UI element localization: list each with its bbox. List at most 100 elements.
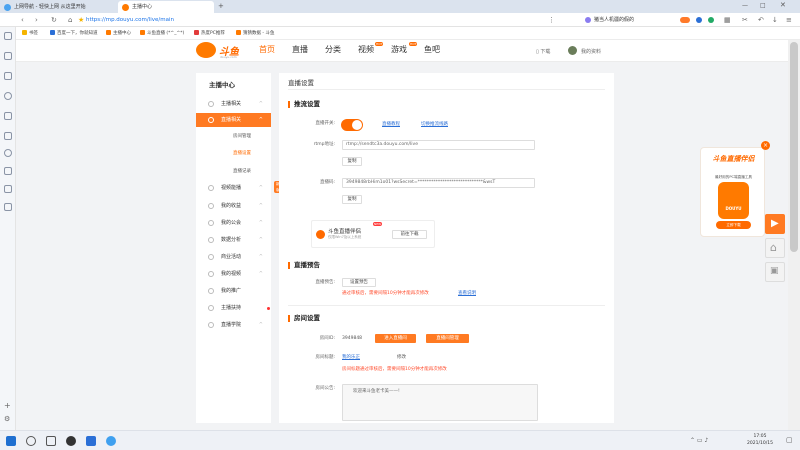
notice-textarea[interactable]: 欢迎来斗鱼老卡美——! — [342, 384, 538, 421]
home-icon[interactable]: ⌂ — [68, 16, 72, 24]
home-float-button[interactable]: ⌂ — [765, 238, 785, 258]
undo-icon[interactable]: ↶ — [758, 16, 764, 24]
forward-icon[interactable]: › — [35, 16, 38, 24]
promo-download-button[interactable]: 立即下载 — [716, 221, 751, 229]
sidebar-item-guild[interactable]: 我的公会 ^ — [196, 216, 271, 230]
nav-game[interactable]: 游戏 — [391, 45, 407, 55]
settings-icon[interactable]: ⚙ — [4, 415, 10, 423]
menu-icon[interactable]: ⋮ — [548, 16, 555, 24]
minimize-button[interactable]: — — [742, 2, 748, 9]
grid-icon[interactable]: ▦ — [724, 16, 731, 24]
chevron-up-icon: ^ — [258, 237, 263, 243]
bookmark-item[interactable]: 主播中心 — [106, 29, 131, 38]
set-preview-button[interactable]: 设置预告 — [342, 278, 376, 287]
app-icon[interactable] — [66, 436, 76, 446]
new-tab-button[interactable]: + — [218, 2, 224, 10]
douyu-logo[interactable] — [196, 42, 216, 58]
star-icon[interactable]: ★ — [78, 16, 84, 24]
back-icon[interactable]: ‹ — [21, 16, 24, 24]
nav-live[interactable]: 直播 — [292, 45, 308, 55]
more-icon[interactable]: ≡ — [786, 16, 792, 24]
download-link[interactable]: ▯ 下载 — [536, 48, 550, 55]
avatar[interactable] — [568, 46, 577, 55]
site-header: 斗鱼 douyu.com 首页 直播 分类 视频 HOT 游戏 HOT 鱼吧 ▯… — [16, 40, 788, 62]
bookmark-item[interactable]: 猜猜数据 - 斗鱼 — [236, 29, 274, 38]
sidebar-item-my-video[interactable]: 我的视频 ^ — [196, 267, 271, 281]
sidebar-item-promo[interactable]: 我的推广 — [196, 284, 271, 298]
switch-line-link[interactable]: 切换推流线路 — [421, 121, 448, 129]
enter-room-button[interactable]: 进入直播间 — [375, 334, 416, 343]
nav-home[interactable]: 首页 — [259, 45, 275, 55]
room-manage-button[interactable]: 直播间管理 — [426, 334, 469, 343]
address-right-text[interactable]: 猪当人机疆的假的 — [594, 15, 634, 25]
nav-fishbar[interactable]: 鱼吧 — [424, 45, 440, 55]
extension-icon[interactable] — [708, 17, 714, 23]
windows-start-icon[interactable] — [6, 436, 16, 446]
code-label: 直播码: — [319, 180, 335, 185]
page-scrollbar[interactable] — [788, 40, 800, 430]
doc-icon[interactable] — [4, 203, 12, 211]
refresh-icon[interactable]: ↻ — [51, 16, 57, 24]
rtmp-field[interactable]: rtmp://sendtc3a.douyu.com/live — [342, 140, 535, 150]
bookmark-item[interactable]: 书签 — [22, 29, 38, 38]
bookmark-item[interactable]: 百度一下，你就知道 — [50, 29, 98, 38]
list-icon[interactable] — [4, 32, 12, 40]
app-float-button[interactable]: ▣ — [765, 262, 785, 282]
star-icon[interactable] — [4, 52, 12, 60]
live-switch[interactable] — [341, 119, 363, 131]
edit-title-link[interactable]: 修改 — [397, 354, 406, 362]
companion-banner: 斗鱼直播伴侣 仅限Win7及以上系统 NEW 前往下载 — [311, 220, 435, 248]
bookmark-item[interactable]: 斗鱼直播 (*^_^*) — [140, 29, 184, 38]
sidebar-item-academy[interactable]: 直播学院 ^ — [196, 318, 271, 332]
code-field[interactable]: 3949848rbHim1o01?wsSecret=**************… — [342, 178, 535, 188]
search-icon[interactable] — [4, 92, 12, 100]
play-float-button[interactable]: ▶ — [765, 214, 785, 234]
sidebar-item-support[interactable]: 主播扶持 — [196, 301, 271, 315]
cloud-icon[interactable] — [680, 17, 690, 23]
search-icon[interactable] — [26, 436, 36, 446]
task-view-icon[interactable] — [46, 436, 56, 446]
nav-category[interactable]: 分类 — [325, 45, 341, 55]
chat-icon[interactable] — [4, 149, 12, 157]
sidebar-item-income[interactable]: 我的收益 ^ — [196, 199, 271, 213]
download-icon[interactable]: ↓ — [772, 16, 778, 24]
extension-icon[interactable] — [696, 17, 702, 23]
copy-rtmp-button[interactable]: 复制 — [342, 157, 362, 166]
tutorial-link[interactable]: 直播教程 — [382, 121, 400, 129]
sidebar-item-business[interactable]: 商业活动 ^ — [196, 250, 271, 264]
browser-icon[interactable] — [106, 436, 116, 446]
bookmark-item[interactable]: 热度PC推荐 — [194, 29, 225, 38]
sidebar-sub-records[interactable]: 直播记录 — [233, 168, 251, 176]
close-button[interactable]: ✕ — [780, 1, 786, 9]
note-icon[interactable] — [4, 112, 12, 120]
app-icon[interactable] — [86, 436, 96, 446]
chevron-up-icon: ^ — [258, 185, 263, 191]
promo-close-icon[interactable]: × — [761, 141, 770, 150]
room-title-value[interactable]: 我的乐正 — [342, 354, 360, 362]
mail-icon[interactable] — [4, 132, 12, 140]
sidebar-item-data[interactable]: 数据分析 ^ — [196, 233, 271, 247]
sidebar-item-live[interactable]: 直播相关 ^ — [196, 113, 271, 127]
notification-icon[interactable]: ▢ — [786, 436, 793, 444]
tab-navigation[interactable]: 上网导航 - 轻快上网 从这里开始 — [0, 1, 118, 13]
cut-icon[interactable]: ✂ — [742, 16, 748, 24]
view-info-link[interactable]: 查看说明 — [458, 290, 476, 298]
sidebar-item-video[interactable]: 视频能播 ^ — [196, 181, 271, 195]
tab-anchor-center[interactable]: 主播中心 — [118, 1, 214, 13]
cart-icon[interactable] — [4, 185, 12, 193]
tray-icons[interactable]: ⌃ ▭ ♪ — [690, 437, 708, 444]
scrollbar-thumb[interactable] — [790, 42, 798, 252]
add-icon[interactable]: + — [4, 401, 11, 410]
user-name[interactable]: 我的资料 — [581, 48, 601, 55]
sidebar-item-anchor[interactable]: 主播相关 ^ — [196, 97, 271, 111]
book-icon[interactable] — [4, 72, 12, 80]
maximize-button[interactable]: □ — [760, 2, 766, 9]
sidebar-sub-settings[interactable]: 直播设置 — [233, 150, 251, 158]
nav-video[interactable]: 视频 — [358, 45, 374, 55]
copy-code-button[interactable]: 复制 — [342, 195, 362, 204]
download-companion-button[interactable]: 前往下载 — [392, 230, 427, 239]
sidebar-sub-room[interactable]: 房间管理 — [233, 133, 251, 141]
game-icon[interactable] — [4, 167, 12, 175]
url-input[interactable]: https://mp.douyu.com/live/main — [86, 15, 506, 25]
sidebar-item-label: 我的公会 — [221, 220, 242, 226]
